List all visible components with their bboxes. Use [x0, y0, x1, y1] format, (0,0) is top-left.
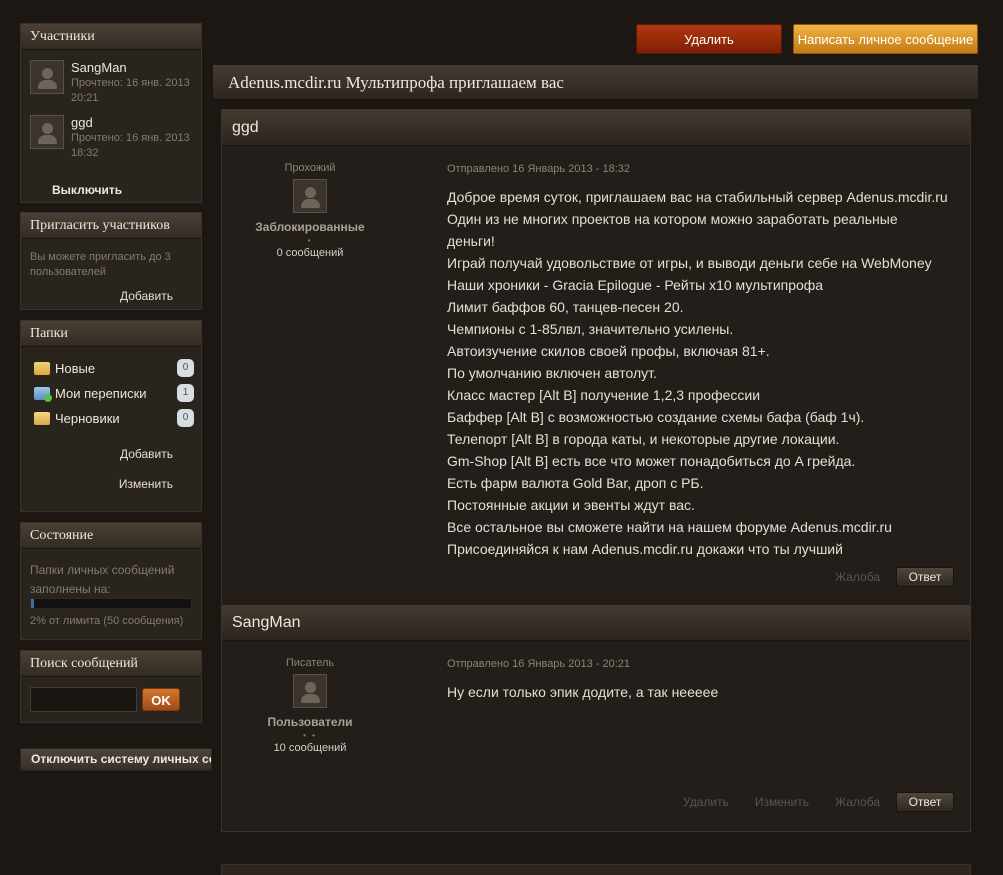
folder-conversations[interactable]: Мои переписки 1 [34, 383, 194, 403]
folders-panel: Папки Новые 0 Мои переписки 1 Черновики … [20, 320, 202, 512]
storage-usage-text: Папки личных сообщений заполнены на: [30, 563, 175, 596]
avatar[interactable] [30, 60, 64, 94]
report-link[interactable]: Жалоба [835, 795, 880, 809]
storage-limit-text: 2% от лимита (50 сообщения) [30, 615, 184, 627]
participant-name[interactable]: SangMan [71, 60, 196, 76]
edit-post-link[interactable]: Изменить [755, 795, 809, 809]
participant-item[interactable]: SangMan Прочтено: 16 янв. 2013 20:21 [30, 60, 196, 106]
folder-drafts[interactable]: Черновики 0 [34, 408, 194, 428]
folder-icon [34, 411, 50, 425]
participants-title: Участники [21, 24, 201, 50]
folder-new-icon [34, 361, 50, 375]
post-line: Чемпионы с 1-85лвл, значительно усилены. [447, 321, 734, 337]
post-line: Наши хроники - Gracia Epilogue - Рейты x… [447, 277, 824, 293]
posts-container: ggd Прохожий Заблокированные • 0 сообщен… [221, 109, 971, 832]
post-line: деньги! [447, 233, 495, 249]
post-date: Отправлено 16 Январь 2013 - 18:32 [447, 163, 630, 175]
report-link[interactable]: Жалоба [835, 570, 880, 584]
post: ggd Прохожий Заблокированные • 0 сообщен… [222, 110, 970, 604]
post-line: По умолчанию включен автолут. [447, 365, 657, 381]
invite-title: Пригласить участников [21, 213, 201, 239]
author-rank: Писатель [285, 657, 335, 669]
search-panel: Поиск сообщений OK [20, 650, 202, 723]
post-line: Один из не многих проектов на котором мо… [447, 211, 898, 227]
storage-progress-bar [30, 598, 192, 609]
post-actions: Жалоба Ответ [809, 567, 954, 587]
folder-count-badge: 1 [177, 384, 194, 402]
participant-read-status: Прочтено: 16 янв. 2013 20:21 [71, 77, 190, 104]
delete-post-link[interactable]: Удалить [683, 795, 729, 809]
post-line: Класс мастер [Alt B] получение 1,2,3 про… [447, 387, 761, 403]
post-line: Присоединяйся к нам Adenus.mcdir.ru дока… [447, 541, 843, 557]
post-line: Телепорт [Alt B] в города каты, и некото… [447, 431, 840, 447]
post-line: Баффер [Alt B] с возможностью создание с… [447, 409, 865, 425]
avatar[interactable] [30, 115, 64, 149]
post-author-header[interactable]: ggd [222, 110, 970, 146]
folder-new[interactable]: Новые 0 [34, 358, 194, 378]
post-line: Автоизучение скилов своей профы, включая… [447, 343, 770, 359]
author-info: Писатель Пользователи • • 10 сообщений [222, 657, 398, 754]
post-line: Постоянные акции и эвенты ждут вас. [447, 497, 695, 513]
disable-notifications-link[interactable]: Выключить уведомления [52, 179, 172, 203]
folder-edit-link[interactable]: Изменить [119, 477, 173, 491]
post-author-header[interactable]: SangMan [222, 605, 970, 641]
participant-item[interactable]: ggd Прочтено: 16 янв. 2013 18:32 [30, 115, 196, 161]
post-line: Gm-Shop [Alt B] есть все что может понад… [447, 453, 856, 469]
folder-count-badge: 0 [177, 409, 194, 427]
post-line: Лимит баффов 60, танцев-песен 20. [447, 299, 684, 315]
author-info: Прохожий Заблокированные • 0 сообщений [222, 162, 398, 259]
write-message-button[interactable]: Написать личное сообщение [793, 24, 978, 54]
participants-panel: Участники SangMan Прочтено: 16 янв. 2013… [20, 23, 202, 203]
folder-label[interactable]: Черновики [55, 411, 177, 426]
disable-messaging-button[interactable]: Отключить систему личных сообщений [20, 748, 212, 771]
mail-folder-icon [34, 386, 52, 402]
status-title: Состояние [21, 523, 201, 549]
storage-progress-fill [31, 599, 35, 608]
folder-add-link[interactable]: Добавить [120, 447, 173, 461]
search-title: Поиск сообщений [21, 651, 201, 677]
avatar[interactable] [293, 674, 327, 708]
invite-add-link[interactable]: Добавить [120, 289, 173, 303]
folder-label[interactable]: Новые [55, 361, 177, 376]
reply-button[interactable]: Ответ [896, 567, 954, 587]
author-post-count: 0 сообщений [276, 247, 344, 259]
post-body: Ну если только эпик додите, а так неееее [447, 681, 967, 703]
search-ok-button[interactable]: OK [142, 688, 180, 711]
invite-note: Вы можете пригласить до 3 пользователей [30, 251, 171, 278]
status-panel: Состояние Папки личных сообщений заполне… [20, 522, 202, 640]
post-line: Ну если только эпик додите, а так неееее [447, 684, 719, 700]
page-title: Adenus.mcdir.ru Мультипрофа приглашаем в… [228, 73, 564, 92]
topic-header: Adenus.mcdir.ru Мультипрофа приглашаем в… [212, 64, 979, 100]
post-date: Отправлено 16 Январь 2013 - 20:21 [447, 658, 630, 670]
rank-pips: • • [303, 731, 317, 740]
participant-name[interactable]: ggd [71, 115, 196, 131]
author-rank: Прохожий [284, 162, 336, 174]
rank-pips: • [307, 236, 313, 245]
reply-box-edge [221, 864, 971, 875]
post: SangMan Писатель Пользователи • • 10 соо… [222, 605, 970, 831]
reply-button[interactable]: Ответ [896, 792, 954, 812]
author-group: Заблокированные [255, 220, 365, 234]
invite-panel: Пригласить участников Вы можете пригласи… [20, 212, 202, 310]
delete-conversation-button[interactable]: Удалить [636, 24, 782, 54]
folder-count-badge: 0 [177, 359, 194, 377]
folders-title: Папки [21, 321, 201, 347]
avatar[interactable] [293, 179, 327, 213]
author-group: Пользователи [267, 715, 353, 729]
search-messages-input[interactable] [30, 687, 137, 712]
post-line: Есть фарм валюта Gold Bar, дроп с РБ. [447, 475, 704, 491]
post-body: Доброе время суток, приглашаем вас на ст… [447, 186, 967, 560]
participant-read-status: Прочтено: 16 янв. 2013 18:32 [71, 132, 190, 159]
post-line: Все остальное вы сможете найти на нашем … [447, 519, 892, 535]
folder-label[interactable]: Мои переписки [55, 386, 177, 401]
post-actions: Удалить Изменить Жалоба Ответ [657, 792, 954, 812]
author-post-count: 10 сообщений [273, 742, 347, 754]
post-line: Доброе время суток, приглашаем вас на ст… [447, 189, 948, 205]
post-line: Играй получай удовольствие от игры, и вы… [447, 255, 932, 271]
